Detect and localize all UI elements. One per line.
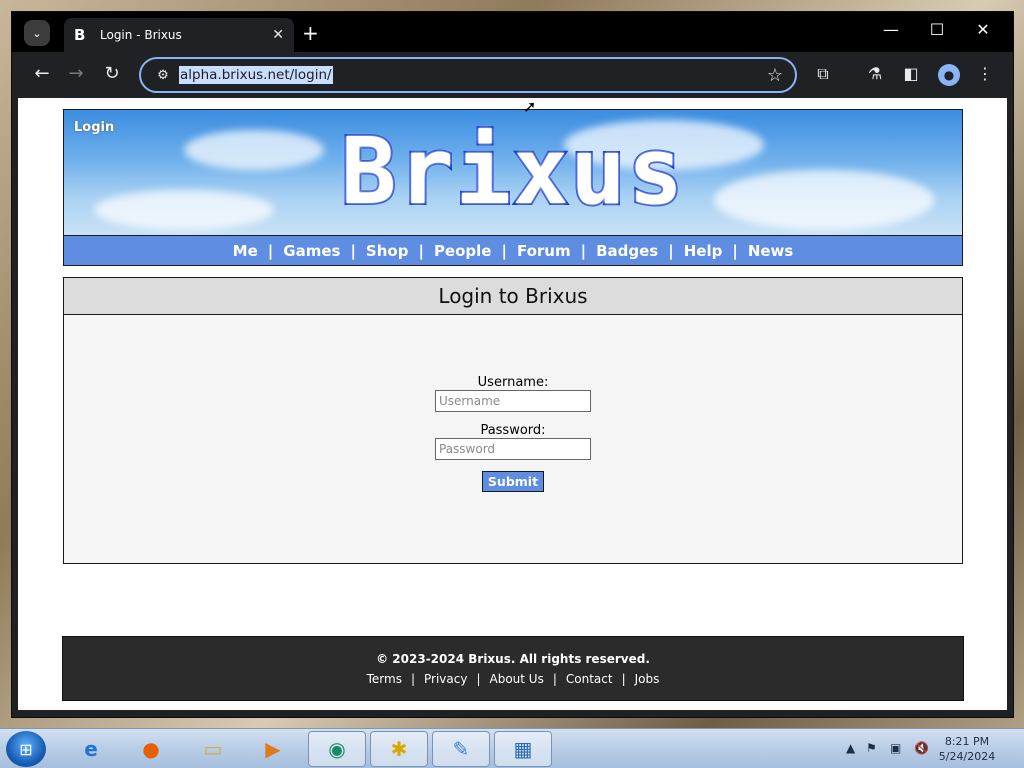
submit-button[interactable]: Submit [481,471,545,492]
file-explorer-icon[interactable]: ▭ [184,731,242,767]
profile-avatar-icon[interactable]: ● [938,64,960,86]
nav-item-me[interactable]: Me [233,242,258,260]
username-label: Username: [477,375,549,390]
nav-item-shop[interactable]: Shop [366,242,409,260]
tab-active[interactable]: B Login - Brixus ✕ [64,18,294,52]
password-input[interactable] [435,438,591,460]
site-info-icon[interactable]: ⚙ [149,68,177,83]
nav-separator: | [418,241,424,260]
login-panel: Username: Password: Submit [63,314,963,564]
footer-separator: | [552,671,557,686]
reload-icon[interactable]: ↻ [100,63,124,84]
bookmark-star-icon[interactable]: ☆ [767,65,783,86]
close-window-icon[interactable]: ✕ [968,20,998,39]
system-clock[interactable]: 8:21 PM 5/24/2024 [932,734,1002,764]
nav-separator: | [732,241,738,260]
nav-item-badges[interactable]: Badges [596,242,658,260]
internet-explorer-icon[interactable]: e [62,731,120,767]
copyright-text: © 2023-2024 Brixus. All rights reserved. [376,651,650,666]
maximize-icon[interactable]: ☐ [922,20,952,39]
nav-item-help[interactable]: Help [684,242,723,260]
brand-logo[interactable]: Brixus [64,120,962,224]
address-bar[interactable]: ⚙ alpha.brixus.net/login/ ☆ [139,57,797,93]
tab-strip: ⌄ B Login - Brixus ✕ + — ☐ ✕ [12,12,1013,52]
labs-flask-icon[interactable]: ⚗ [864,64,886,83]
clock-date: 5/24/2024 [938,750,996,763]
footer-link-privacy[interactable]: Privacy [424,672,467,686]
nav-item-people[interactable]: People [434,242,492,260]
side-panel-icon[interactable]: ◧ [900,64,922,83]
nav-separator: | [350,241,356,260]
firefox-icon[interactable]: ● [122,731,180,767]
nav-separator: | [668,241,674,260]
minimize-icon[interactable]: — [876,20,906,39]
footer-link-jobs[interactable]: Jobs [635,672,660,686]
browser-toolbar: ← → ↻ ⚙ alpha.brixus.net/login/ ☆ ⧉ ⚗ ◧ … [12,52,1013,98]
back-icon[interactable]: ← [30,63,54,84]
control-panel-icon[interactable]: ▦ [494,731,552,767]
url-text[interactable]: alpha.brixus.net/login/ [179,66,333,84]
start-button-icon[interactable]: ⊞ [6,731,46,767]
tray-expand-icon[interactable]: ▲ [846,741,855,755]
taskbar: ⊞ e ● ▭ ▶ ◉ ✱ ✎ ▦ ▲ ⚑ ▣ 🔇 8:21 PM 5/24/2… [0,728,1024,768]
chrome-taskbar-icon[interactable]: ◉ [308,731,366,767]
panel-title: Login to Brixus [63,277,963,315]
footer-link-about[interactable]: About Us [490,672,544,686]
footer-separator: | [621,671,626,686]
footer-separator: | [476,671,481,686]
site-banner: Login Brixus [63,109,963,236]
browser-window: ⌄ B Login - Brixus ✕ + — ☐ ✕ ← → ↻ ⚙ alp… [11,11,1014,718]
login-form: Username: Password: Submit [64,375,962,492]
media-player-icon[interactable]: ▶ [244,731,302,767]
tab-title: Login - Brixus [100,28,182,42]
nav-item-news[interactable]: News [748,242,794,260]
nav-item-forum[interactable]: Forum [517,242,571,260]
volume-muted-icon[interactable]: 🔇 [914,741,929,755]
site-footer: © 2023-2024 Brixus. All rights reserved.… [62,636,964,701]
tab-close-icon[interactable]: ✕ [272,27,284,43]
tab-search-icon[interactable]: ⌄ [24,20,50,46]
footer-link-terms[interactable]: Terms [367,672,402,686]
username-input[interactable] [435,390,591,412]
password-label: Password: [480,423,546,438]
forward-icon[interactable]: → [64,63,88,84]
network-icon[interactable]: ▣ [890,741,901,755]
footer-links: Terms | Privacy | About Us | Contact | J… [367,672,660,686]
favicon-icon: B [74,26,86,44]
nav-item-games[interactable]: Games [283,242,340,260]
new-tab-icon[interactable]: + [302,21,319,45]
nav-separator: | [267,241,274,260]
footer-link-contact[interactable]: Contact [566,672,613,686]
page-viewport: Login Brixus Me | Games | Shop | People … [18,98,1007,710]
clock-time: 8:21 PM [944,735,990,748]
footer-separator: | [410,671,416,686]
action-center-flag-icon[interactable]: ⚑ [866,741,877,755]
mouse-cursor-icon: ➚ [523,97,537,116]
bee-app-icon[interactable]: ✱ [370,731,428,767]
paint-icon[interactable]: ✎ [432,731,490,767]
menu-kebab-icon[interactable]: ⋮ [974,64,996,83]
nav-separator: | [580,241,587,260]
extensions-icon[interactable]: ⧉ [812,64,834,84]
main-nav: Me | Games | Shop | People | Forum | Bad… [63,236,963,266]
nav-separator: | [501,241,507,260]
